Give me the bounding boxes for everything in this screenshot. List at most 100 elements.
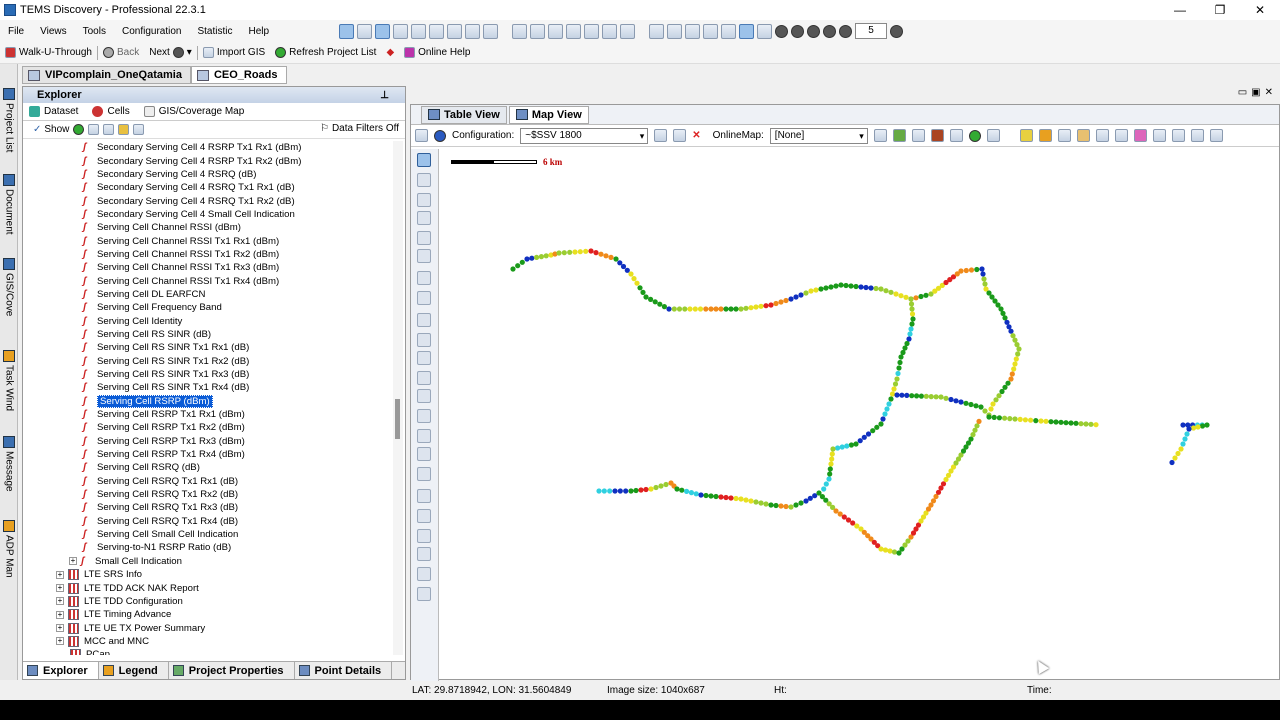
- back-icon[interactable]: [1171, 129, 1185, 142]
- tree-item[interactable]: ʃ Serving Cell RSRP Tx1 Rx4 (dBm): [23, 448, 393, 461]
- stamp-tool-icon[interactable]: [417, 447, 431, 461]
- map-canvas[interactable]: 6 km: [441, 149, 1277, 677]
- expand-icon[interactable]: +: [56, 637, 64, 646]
- shape-tool-icon[interactable]: [417, 333, 431, 347]
- circle-tool-icon[interactable]: [417, 271, 431, 285]
- list-icon[interactable]: [602, 23, 618, 39]
- pin-tool-icon[interactable]: [417, 587, 431, 601]
- step-count-input[interactable]: 5: [855, 23, 888, 39]
- tree-item[interactable]: ʃ Serving Cell Channel RSSI Tx1 Rx2 (dBm): [23, 248, 393, 261]
- tree-item[interactable]: ʃ Serving Cell RSRP Tx1 Rx3 (dBm): [23, 435, 393, 448]
- fit-icon[interactable]: [1152, 129, 1166, 142]
- filter-icon[interactable]: [88, 124, 100, 135]
- minimize-icon[interactable]: ▭: [1238, 87, 1247, 98]
- refresh-icon[interactable]: [73, 124, 85, 135]
- side-tab-task-window[interactable]: Task Wind: [1, 348, 17, 411]
- tree-item[interactable]: ʃ Serving Cell RSRP (dBm): [23, 394, 393, 408]
- info-icon[interactable]: [434, 129, 446, 142]
- expand-icon[interactable]: +: [56, 610, 64, 619]
- tree-item[interactable]: ʃ Serving Cell RSRP Tx1 Rx1 (dBm): [23, 408, 393, 421]
- probe-icon[interactable]: [375, 23, 391, 39]
- delete-icon[interactable]: ✕: [692, 130, 700, 141]
- edit-icon[interactable]: [667, 23, 683, 39]
- window-icon[interactable]: [512, 23, 528, 39]
- tree-item[interactable]: ʃ Secondary Serving Cell 4 RSRP Tx1 Rx2 (…: [23, 154, 393, 167]
- step-back-icon[interactable]: [791, 24, 805, 38]
- compare-icon[interactable]: [620, 23, 636, 39]
- check-icon[interactable]: [986, 129, 1000, 142]
- fast-forward-icon[interactable]: [839, 24, 853, 38]
- tab-cells[interactable]: Cells: [92, 106, 130, 117]
- zoom-box-icon[interactable]: [1057, 129, 1071, 142]
- import-gis-button[interactable]: Import GIS: [198, 47, 270, 58]
- zoom-out-icon[interactable]: [1114, 129, 1128, 142]
- scrollbar-thumb[interactable]: [395, 399, 400, 439]
- tree-item[interactable]: + MCC and MNC: [23, 635, 393, 648]
- step-forward-icon[interactable]: [823, 24, 837, 38]
- analyze-icon[interactable]: [393, 23, 409, 39]
- save-as-icon[interactable]: [673, 129, 687, 142]
- route-tool-icon[interactable]: [417, 173, 431, 187]
- ruler-tool-icon[interactable]: [417, 489, 431, 503]
- probe-tool-icon[interactable]: [417, 193, 431, 207]
- maximize-icon[interactable]: ▣: [1251, 87, 1260, 98]
- close-button[interactable]: ✕: [1240, 0, 1280, 20]
- tree-item[interactable]: + LTE TDD ACK NAK Report: [23, 581, 393, 594]
- configuration-select[interactable]: ~$SSV 1800: [520, 127, 649, 144]
- tree-item[interactable]: ʃ Serving Cell Channel RSSI Tx1 Rx3 (dBm): [23, 261, 393, 274]
- tree-item[interactable]: ʃ Serving Cell Channel RSSI Tx1 Rx1 (dBm): [23, 234, 393, 247]
- tree-item[interactable]: ʃ Serving Cell DL EARFCN: [23, 288, 393, 301]
- bottom-tab-legend[interactable]: Legend: [99, 662, 169, 679]
- copy-icon[interactable]: [133, 124, 145, 135]
- home-icon[interactable]: [1038, 129, 1052, 142]
- bottom-tab-point-details[interactable]: Point Details: [295, 662, 393, 679]
- tree-item[interactable]: + LTE TDD Configuration: [23, 595, 393, 608]
- globe-icon[interactable]: [930, 129, 944, 142]
- menu-tools[interactable]: Tools: [75, 26, 114, 37]
- link-icon[interactable]: [739, 23, 755, 39]
- refresh-button[interactable]: Refresh Project List: [270, 47, 381, 58]
- tree-item[interactable]: + LTE Timing Advance: [23, 608, 393, 621]
- monitor-icon[interactable]: [649, 23, 665, 39]
- bottom-tab-project-properties[interactable]: Project Properties: [169, 662, 295, 679]
- tree-item[interactable]: ʃ Serving Cell RSRP Tx1 Rx2 (dBm): [23, 421, 393, 434]
- layers-icon[interactable]: [892, 129, 906, 142]
- menu-help[interactable]: Help: [240, 26, 277, 37]
- arrow-left-icon[interactable]: ◆: [381, 47, 399, 58]
- pan-icon[interactable]: [1076, 129, 1090, 142]
- chart-icon[interactable]: [584, 23, 600, 39]
- show-button[interactable]: ✓ Show: [33, 124, 69, 135]
- tab-map-view[interactable]: Map View: [508, 105, 589, 124]
- shield-icon[interactable]: [721, 23, 737, 39]
- tree-item[interactable]: ʃ Serving Cell RSRQ Tx1 Rx4 (dB): [23, 515, 393, 528]
- tree-scrollbar[interactable]: [393, 141, 403, 655]
- tree-item[interactable]: ʃ Secondary Serving Cell 4 Small Cell Ind…: [23, 208, 393, 221]
- wrench-icon[interactable]: [411, 23, 427, 39]
- chain-icon[interactable]: [757, 23, 773, 39]
- tree-item[interactable]: ʃ Serving Cell RS SINR Tx1 Rx4 (dB): [23, 381, 393, 394]
- tree-item[interactable]: ʃ Serving Cell Identity: [23, 314, 393, 327]
- walk-through-button[interactable]: Walk-U-Through: [0, 47, 97, 58]
- bottom-tab-explorer[interactable]: Explorer: [23, 662, 99, 679]
- gear-tool-icon[interactable]: [417, 371, 431, 385]
- rewind-icon[interactable]: [775, 24, 789, 38]
- area-tool-icon[interactable]: [417, 509, 431, 523]
- zoom-in-icon[interactable]: [1095, 129, 1109, 142]
- folder-icon[interactable]: [118, 124, 130, 135]
- tree-item[interactable]: ʃ Serving Cell RS SINR Tx1 Rx3 (dB): [23, 368, 393, 381]
- image-tool-icon[interactable]: [417, 351, 431, 365]
- menu-file[interactable]: File: [0, 26, 32, 37]
- menu-configuration[interactable]: Configuration: [114, 26, 189, 37]
- legend-icon[interactable]: [1133, 129, 1147, 142]
- tree-item[interactable]: ʃ Serving Cell RSRQ Tx1 Rx2 (dB): [23, 488, 393, 501]
- pointer-icon[interactable]: [1019, 129, 1033, 142]
- back-button[interactable]: Back: [98, 47, 144, 58]
- select-tool-icon[interactable]: [417, 153, 431, 167]
- tab-dataset[interactable]: Dataset: [29, 106, 78, 117]
- tree-item[interactable]: + LTE UE TX Power Summary: [23, 621, 393, 634]
- pin-icon[interactable]: ⊥: [380, 88, 389, 104]
- refresh-icon[interactable]: [968, 129, 981, 142]
- pan-tool-icon[interactable]: [417, 467, 431, 481]
- tree-item[interactable]: ʃ Serving Cell RSRQ (dB): [23, 461, 393, 474]
- chart-tool-icon[interactable]: [417, 231, 431, 245]
